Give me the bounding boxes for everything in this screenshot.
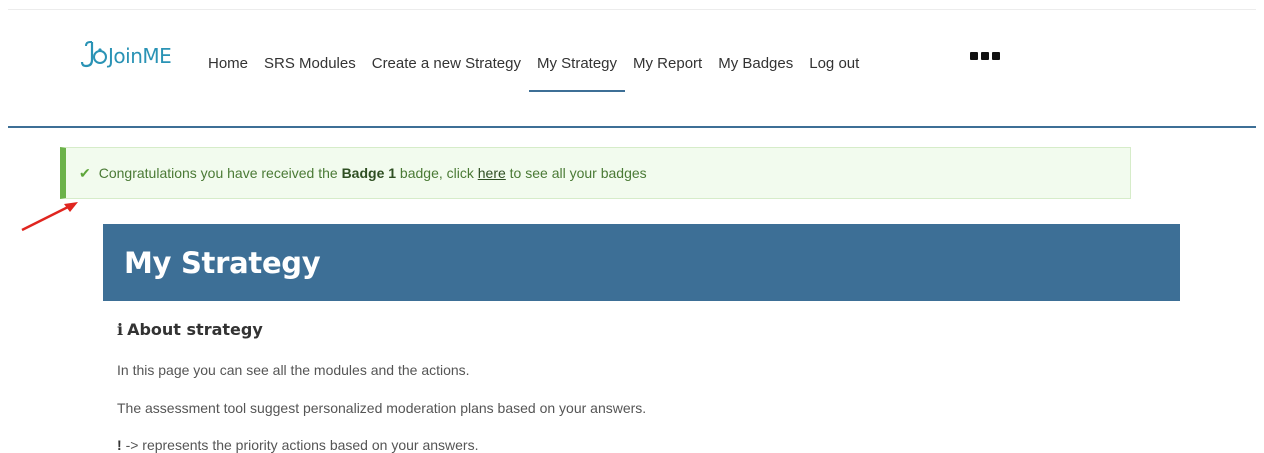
check-icon: ✔ [79,164,91,181]
dot [981,52,989,60]
logo[interactable]: JoinME [80,40,172,70]
nav-my-badges[interactable]: My Badges [710,52,801,76]
dot [992,52,1000,60]
nav-my-report[interactable]: My Report [625,52,710,76]
badge-alert: ✔ Congratulations you have received the … [60,147,1131,199]
nav-my-strategy[interactable]: My Strategy [528,52,626,92]
page-title-banner: My Strategy [103,224,1180,301]
alert-badge-name: Badge 1 [341,165,397,181]
nav-home[interactable]: Home [200,52,256,76]
about-section: i About strategy In this page you can se… [117,320,1167,453]
logo-text: JoinME [108,44,172,68]
about-paragraph-2: The assessment tool suggest personalized… [117,400,647,416]
header: JoinME Home SRS Modules Create a new Str… [0,0,1264,128]
alert-text-middle: badge, click [399,165,474,181]
red-arrow-annotation-icon [21,202,78,232]
header-divider [8,126,1256,128]
alert-message: Congratulations you have received the Ba… [99,165,647,181]
priority-text: -> represents the priority actions based… [125,437,479,453]
alert-text-before: Congratulations you have received the [98,165,338,181]
alert-text-after: to see all your badges [509,165,647,181]
more-dots-icon[interactable] [970,52,1000,60]
page: JoinME Home SRS Modules Create a new Str… [0,0,1264,453]
dot [970,52,978,60]
logo-icon [80,41,107,68]
priority-marker: ! [117,437,122,453]
about-heading: i About strategy [117,320,1167,339]
about-heading-text: About strategy [127,320,263,339]
info-icon: i [117,320,124,339]
about-priority-note: ! -> represents the priority actions bas… [117,437,478,453]
nav-log-out[interactable]: Log out [801,52,867,76]
badges-link[interactable]: here [478,165,506,181]
nav-create-strategy[interactable]: Create a new Strategy [364,52,529,76]
page-title: My Strategy [124,245,321,280]
main-nav: Home SRS Modules Create a new Strategy M… [200,52,867,92]
nav-srs-modules[interactable]: SRS Modules [256,52,364,76]
about-paragraph-1: In this page you can see all the modules… [117,362,470,378]
